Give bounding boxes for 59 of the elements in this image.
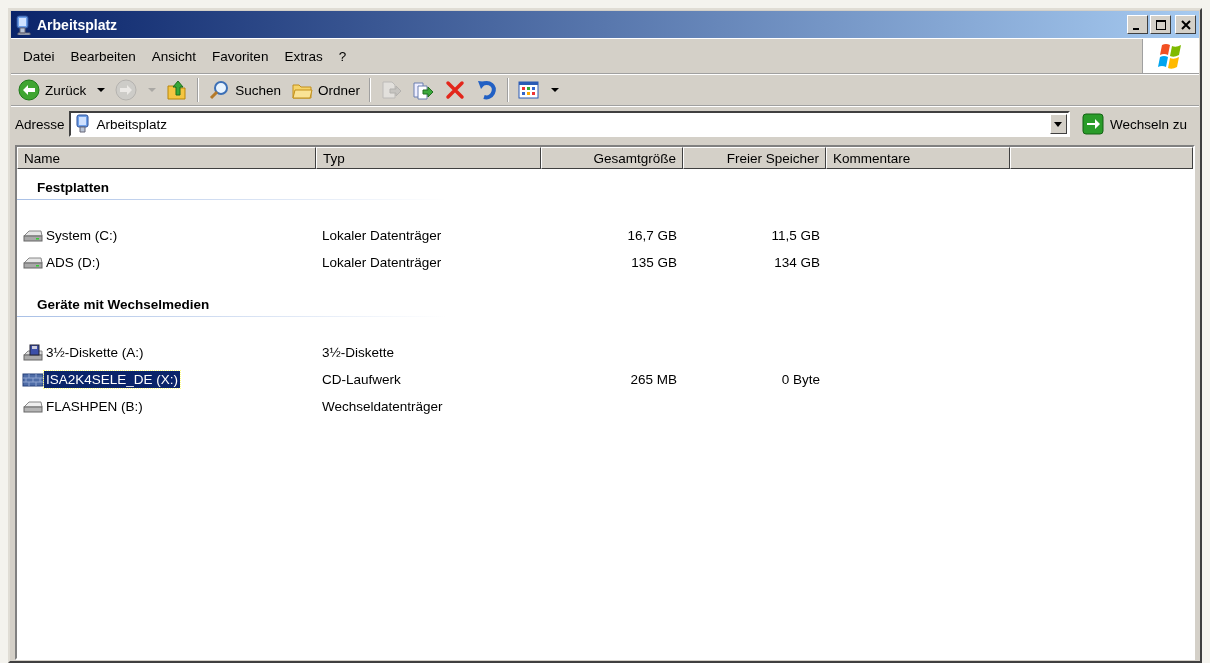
folders-button[interactable]: Ordner bbox=[288, 77, 364, 103]
menu-item[interactable]: Ansicht bbox=[143, 46, 205, 66]
address-field[interactable]: Arbeitsplatz bbox=[68, 111, 1070, 137]
drive-icon bbox=[22, 398, 44, 415]
minimize-button[interactable] bbox=[1127, 15, 1148, 34]
drive-type: Lokaler Datenträger bbox=[322, 255, 442, 270]
menu-item[interactable]: Favoriten bbox=[204, 46, 277, 66]
total-size: 265 MB bbox=[630, 372, 677, 387]
floppy-drive-icon bbox=[22, 343, 44, 362]
maximize-button[interactable] bbox=[1150, 15, 1171, 34]
menu-item[interactable]: Extras bbox=[276, 46, 331, 66]
group-header: Geräte mit Wechselmedien bbox=[36, 296, 211, 314]
drive-name[interactable]: FLASHPEN (B:) bbox=[44, 398, 145, 415]
back-button[interactable]: Zurück bbox=[15, 77, 109, 103]
drive-type: CD-Laufwerk bbox=[322, 372, 401, 387]
window-title: Arbeitsplatz bbox=[37, 16, 119, 33]
total-size: 135 GB bbox=[631, 255, 677, 270]
undo-icon bbox=[476, 79, 499, 101]
menu-item[interactable]: Bearbeiten bbox=[62, 46, 144, 66]
menu-item[interactable]: Datei bbox=[15, 46, 63, 66]
close-icon bbox=[1180, 19, 1191, 30]
column-header[interactable]: Gesamtgröße bbox=[541, 147, 683, 169]
search-icon bbox=[208, 79, 231, 101]
computer-icon bbox=[14, 14, 32, 35]
column-header[interactable]: Name bbox=[17, 147, 316, 169]
column-header[interactable]: Typ bbox=[316, 147, 541, 169]
address-label: Adresse bbox=[15, 116, 65, 132]
drive-type: 3½-Diskette bbox=[322, 345, 395, 360]
free-space: 0 Byte bbox=[781, 372, 820, 387]
drive-name[interactable]: System (C:) bbox=[44, 227, 120, 244]
search-button[interactable]: Suchen bbox=[205, 77, 285, 103]
drive-type: Wechseldatenträger bbox=[322, 399, 443, 414]
close-button[interactable] bbox=[1175, 15, 1196, 34]
free-space: 134 GB bbox=[774, 255, 820, 270]
cd-drive-icon bbox=[22, 371, 44, 388]
delete-icon bbox=[444, 79, 467, 101]
drive-name[interactable]: ADS (D:) bbox=[44, 254, 102, 271]
documents-arrow-icon bbox=[412, 79, 435, 101]
free-space: 11,5 GB bbox=[771, 228, 820, 243]
maximize-icon bbox=[1155, 19, 1166, 30]
hard-drive-icon bbox=[22, 227, 44, 244]
menu-item[interactable]: ? bbox=[330, 46, 355, 66]
drive-name[interactable]: 3½-Diskette (A:) bbox=[44, 344, 146, 361]
column-header[interactable] bbox=[1010, 147, 1193, 169]
column-header[interactable]: Freier Speicher bbox=[683, 147, 826, 169]
hard-drive-icon bbox=[22, 254, 44, 271]
go-button[interactable]: Wechseln zu bbox=[1073, 113, 1195, 135]
dropdown-button[interactable] bbox=[1049, 114, 1067, 134]
column-header[interactable]: Kommentare bbox=[826, 147, 1010, 169]
total-size: 16,7 GB bbox=[627, 228, 677, 243]
document-arrow-icon bbox=[380, 79, 403, 101]
drive-type: Lokaler Datenträger bbox=[322, 228, 442, 243]
folder-up-icon bbox=[166, 79, 189, 101]
minimize-icon bbox=[1132, 27, 1139, 30]
grid-view-icon bbox=[518, 79, 541, 101]
dropdown-caret-icon bbox=[1054, 121, 1063, 127]
computer-icon bbox=[74, 114, 91, 134]
drive-name[interactable]: ISA2K4SELE_DE (X:) bbox=[44, 371, 181, 388]
group-header: Festplatten bbox=[36, 179, 110, 197]
